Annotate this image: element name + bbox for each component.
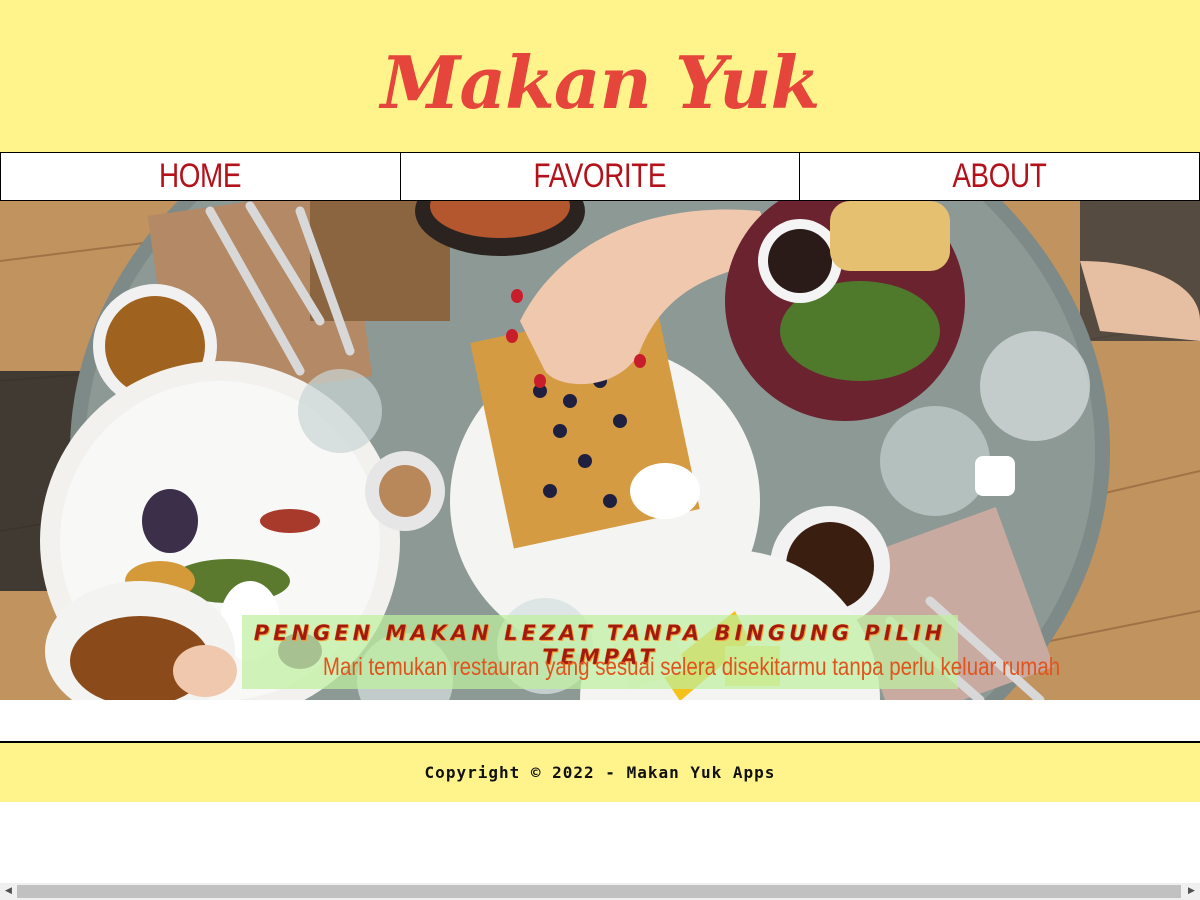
scrollbar-thumb[interactable]: [17, 885, 1181, 898]
nav-about-link[interactable]: ABOUT: [799, 152, 1200, 201]
nav-favorite-link[interactable]: FAVORITE: [399, 152, 801, 201]
footer-copyright: Copyright © 2022 - Makan Yuk Apps: [424, 763, 776, 782]
hero-banner: PENGEN MAKAN LEZAT TANPA BINGUNG PILIH T…: [0, 201, 1200, 700]
nav-favorite-label: FAVORITE: [533, 157, 667, 195]
site-header: Makan Yuk: [0, 0, 1200, 152]
nav-about-label: ABOUT: [952, 157, 1047, 195]
hero-subtitle: Mari temukan restauran yang sesuai seler…: [242, 653, 1060, 682]
nav-home-label: HOME: [159, 157, 242, 195]
main-nav: HOME FAVORITE ABOUT: [0, 152, 1200, 201]
scroll-left-icon[interactable]: ◀: [0, 883, 17, 900]
site-footer: Copyright © 2022 - Makan Yuk Apps: [0, 741, 1200, 802]
nav-home-link[interactable]: HOME: [0, 152, 401, 201]
hero-subtitle-text: Mari temukan restauran yang sesuai seler…: [322, 653, 1061, 681]
hero-caption-box: PENGEN MAKAN LEZAT TANPA BINGUNG PILIH T…: [242, 615, 1060, 689]
scroll-right-icon[interactable]: ▶: [1183, 883, 1200, 900]
horizontal-scrollbar[interactable]: ◀ ▶: [0, 883, 1200, 900]
brand-title: Makan Yuk: [380, 40, 821, 125]
